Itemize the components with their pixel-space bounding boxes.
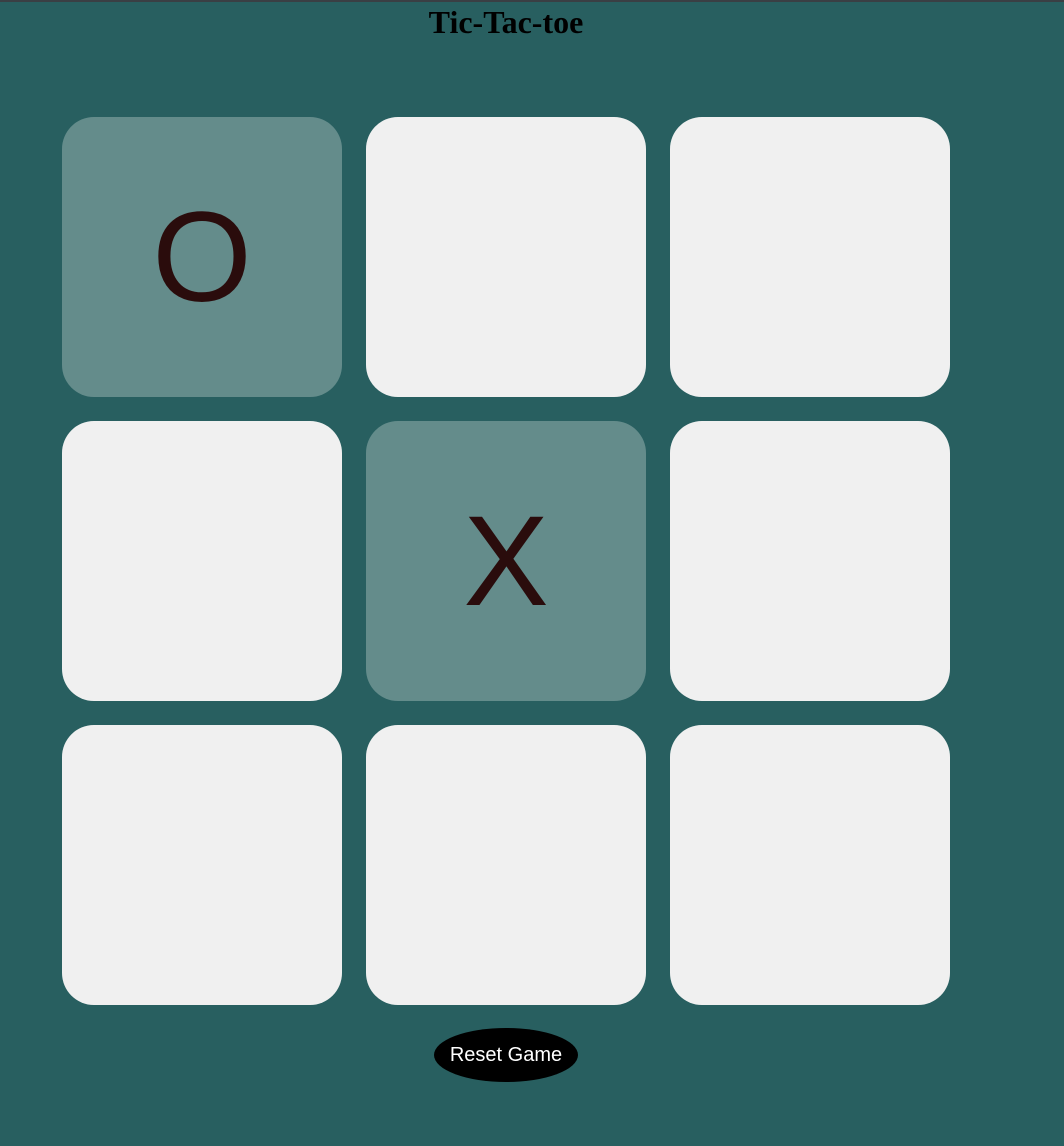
page-title: Tic-Tac-toe bbox=[428, 4, 584, 40]
board-cell-1[interactable]: O bbox=[62, 117, 342, 397]
board-cell-7[interactable] bbox=[62, 725, 342, 1005]
board-cell-5[interactable]: X bbox=[366, 421, 646, 701]
board-cell-9[interactable] bbox=[670, 725, 950, 1005]
board-cell-6[interactable] bbox=[670, 421, 950, 701]
board-cell-2[interactable] bbox=[366, 117, 646, 397]
game-board: O X bbox=[62, 117, 950, 1005]
board-cell-3[interactable] bbox=[670, 117, 950, 397]
board-cell-4[interactable] bbox=[62, 421, 342, 701]
board-cell-8[interactable] bbox=[366, 725, 646, 1005]
reset-game-button[interactable]: Reset Game bbox=[434, 1028, 578, 1082]
